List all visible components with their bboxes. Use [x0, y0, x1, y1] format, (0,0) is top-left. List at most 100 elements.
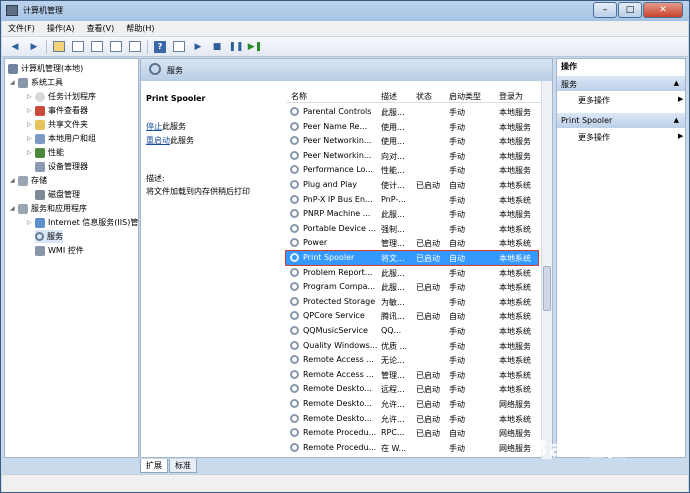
- tree-item-iis[interactable]: ▷ Internet 信息服务(IIS)管: [27, 216, 138, 229]
- menu-action[interactable]: 操作(A): [41, 23, 81, 34]
- actions-section-services[interactable]: 服务 ▲: [557, 76, 685, 91]
- up-folder-icon[interactable]: [52, 40, 66, 54]
- column-description[interactable]: 描述: [381, 91, 397, 102]
- refresh-icon[interactable]: [109, 40, 123, 54]
- show-hide-tree-icon[interactable]: [71, 40, 85, 54]
- table-row[interactable]: Remote Deskto... 允许... 已启动 手动 网络服务: [286, 397, 538, 411]
- gear-icon: [290, 180, 299, 189]
- tree-root[interactable]: 计算机管理(本地): [8, 62, 83, 75]
- table-row[interactable]: Peer Networkin... 使用... 手动 本地服务: [286, 134, 538, 148]
- expand-arrow-icon[interactable]: ▷: [27, 121, 35, 128]
- menu-help[interactable]: 帮助(H): [120, 23, 160, 34]
- expand-arrow-icon[interactable]: ▷: [27, 135, 35, 142]
- table-row[interactable]: Peer Networkin... 向对... 手动 本地服务: [286, 149, 538, 163]
- tree-item-services[interactable]: 服务: [35, 230, 63, 243]
- back-arrow-icon[interactable]: ◀: [8, 40, 22, 54]
- table-row[interactable]: Remote Deskto... 允许... 已启动 手动 本地系统: [286, 412, 538, 426]
- collapse-arrow-icon[interactable]: ◢: [10, 79, 18, 86]
- expand-arrow-icon[interactable]: ▷: [27, 93, 35, 100]
- table-row[interactable]: Plug and Play 使计... 已启动 自动 本地系统: [286, 178, 538, 192]
- gear-icon: [290, 238, 299, 248]
- table-row[interactable]: Portable Device ... 强制... 手动 本地系统: [286, 222, 538, 236]
- table-row[interactable]: Parental Controls 此服... 手动 本地服务: [286, 105, 538, 119]
- cell-name: Remote Deskto...: [303, 413, 372, 423]
- collapse-arrow-icon[interactable]: ◢: [10, 177, 18, 184]
- detail-title: Print Spooler: [146, 94, 206, 103]
- table-row[interactable]: Print Spooler 将文... 已启动 自动 本地系统: [285, 250, 539, 266]
- description-text: 将文件加载到内存供稍后打印: [146, 187, 250, 196]
- stop-service-link[interactable]: 停止: [146, 122, 162, 131]
- vertical-scrollbar[interactable]: [541, 81, 552, 459]
- table-row[interactable]: PnP-X IP Bus En... PnP-... 手动 本地系统: [286, 193, 538, 207]
- close-button[interactable]: ✕: [643, 2, 683, 18]
- cell-description: 允许...: [381, 414, 405, 424]
- expand-arrow-icon[interactable]: ▷: [27, 107, 35, 114]
- properties-icon[interactable]: [90, 40, 104, 54]
- tree-item-performance[interactable]: ▷ 性能: [27, 146, 64, 159]
- table-row[interactable]: Power 管理... 已启动 自动 本地系统: [286, 236, 538, 250]
- tab-extended[interactable]: 扩展: [140, 459, 168, 473]
- cell-log-on-as: 本地系统: [499, 268, 531, 278]
- restart-service-icon[interactable]: ▶❚: [248, 40, 262, 54]
- cell-description: 管理...: [381, 370, 405, 380]
- table-row[interactable]: Quality Windows... 优质 ... 手动 本地服务: [286, 339, 538, 353]
- help-icon[interactable]: ?: [153, 40, 167, 54]
- stop-service-icon[interactable]: ■: [210, 40, 224, 54]
- table-row[interactable]: Problem Report... 此服... 手动 本地系统: [286, 266, 538, 280]
- tree-item-wmi[interactable]: WMI 控件: [35, 244, 84, 257]
- cell-startup-type: 手动: [449, 370, 465, 380]
- table-row[interactable]: Protected Storage 为敏... 手动 本地系统: [286, 295, 538, 309]
- tree-item-storage[interactable]: ◢ 存储: [10, 174, 47, 187]
- column-name[interactable]: 名称: [291, 91, 307, 102]
- cell-status: 已启动: [416, 400, 440, 409]
- collapse-arrow-icon[interactable]: ▲: [674, 116, 679, 124]
- tree-item-disk-management[interactable]: 磁盘管理: [35, 188, 80, 201]
- column-log-on-as[interactable]: 登录为: [499, 91, 523, 102]
- tab-standard[interactable]: 标准: [169, 459, 197, 473]
- collapse-arrow-icon[interactable]: ◢: [10, 205, 18, 212]
- expand-arrow-icon[interactable]: ▷: [27, 219, 35, 226]
- expand-arrow-icon[interactable]: ▷: [27, 149, 35, 156]
- gear-icon: [290, 136, 299, 146]
- tree-item-services-apps[interactable]: ◢ 服务和应用程序: [10, 202, 87, 215]
- tree-item-event-viewer[interactable]: ▷ 事件查看器: [27, 104, 88, 117]
- tree-item-system-tools[interactable]: ◢ 系统工具: [10, 76, 63, 89]
- more-actions-print-spooler[interactable]: 更多操作 ▶: [578, 132, 683, 143]
- tree-item-task-scheduler[interactable]: ▷ 任务计划程序: [27, 90, 96, 103]
- show-action-pane-icon[interactable]: [172, 40, 186, 54]
- restart-service-link[interactable]: 重启动: [146, 136, 170, 145]
- tree-item-local-users[interactable]: ▷ 本地用户和组: [27, 132, 96, 145]
- export-list-icon[interactable]: [128, 40, 142, 54]
- table-row[interactable]: Performance Lo... 性能... 手动 本地服务: [286, 163, 538, 177]
- table-row[interactable]: Program Compa... 此服... 已启动 手动 本地系统: [286, 280, 538, 294]
- forward-arrow-icon[interactable]: ▶: [27, 40, 41, 54]
- table-row[interactable]: Remote Procedu... RPC... 已启动 自动 网络服务: [286, 426, 538, 440]
- table-row[interactable]: Remote Access ... 管理... 已启动 手动 本地系统: [286, 368, 538, 382]
- tree-item-shared-folders[interactable]: ▷ 共享文件夹: [27, 118, 88, 131]
- shared-folder-icon: [35, 119, 45, 130]
- pause-service-icon[interactable]: ❚❚: [228, 40, 243, 54]
- scrollbar-thumb[interactable]: [543, 266, 551, 311]
- menu-view[interactable]: 查看(V): [81, 23, 121, 34]
- table-row[interactable]: Remote Access ... 无论... 手动 本地系统: [286, 353, 538, 367]
- actions-section-print-spooler[interactable]: Print Spooler ▲: [557, 113, 685, 128]
- table-row[interactable]: Peer Name Re... 使用... 手动 本地服务: [286, 120, 538, 134]
- cell-name: Parental Controls: [303, 107, 372, 116]
- cell-status: 已启动: [416, 370, 440, 380]
- table-row[interactable]: Remote Procedu... 在 W... 手动 网络服务: [286, 441, 538, 455]
- cell-description: 此服...: [381, 108, 405, 117]
- table-row[interactable]: QQMusicService QQ... 手动 本地系统: [286, 324, 538, 338]
- table-row[interactable]: QPCore Service 腾讯... 已启动 自动 本地系统: [286, 309, 538, 323]
- table-row[interactable]: PNRP Machine ... 此服... 手动 本地服务: [286, 207, 538, 221]
- collapse-arrow-icon[interactable]: ▲: [674, 79, 679, 87]
- column-startup-type[interactable]: 启动类型: [449, 91, 481, 102]
- tree-item-device-manager[interactable]: 设备管理器: [35, 160, 88, 173]
- start-service-icon[interactable]: ▶: [191, 40, 205, 54]
- minimize-button[interactable]: –: [593, 2, 617, 18]
- column-status[interactable]: 状态: [416, 91, 432, 102]
- table-row[interactable]: Remote Deskto... 远程... 已启动 手动 本地系统: [286, 382, 538, 396]
- maximize-button[interactable]: □: [618, 2, 642, 18]
- more-actions-services[interactable]: 更多操作 ▶: [578, 95, 683, 106]
- menu-file[interactable]: 文件(F): [2, 23, 41, 34]
- description-label: 描述:: [146, 174, 165, 183]
